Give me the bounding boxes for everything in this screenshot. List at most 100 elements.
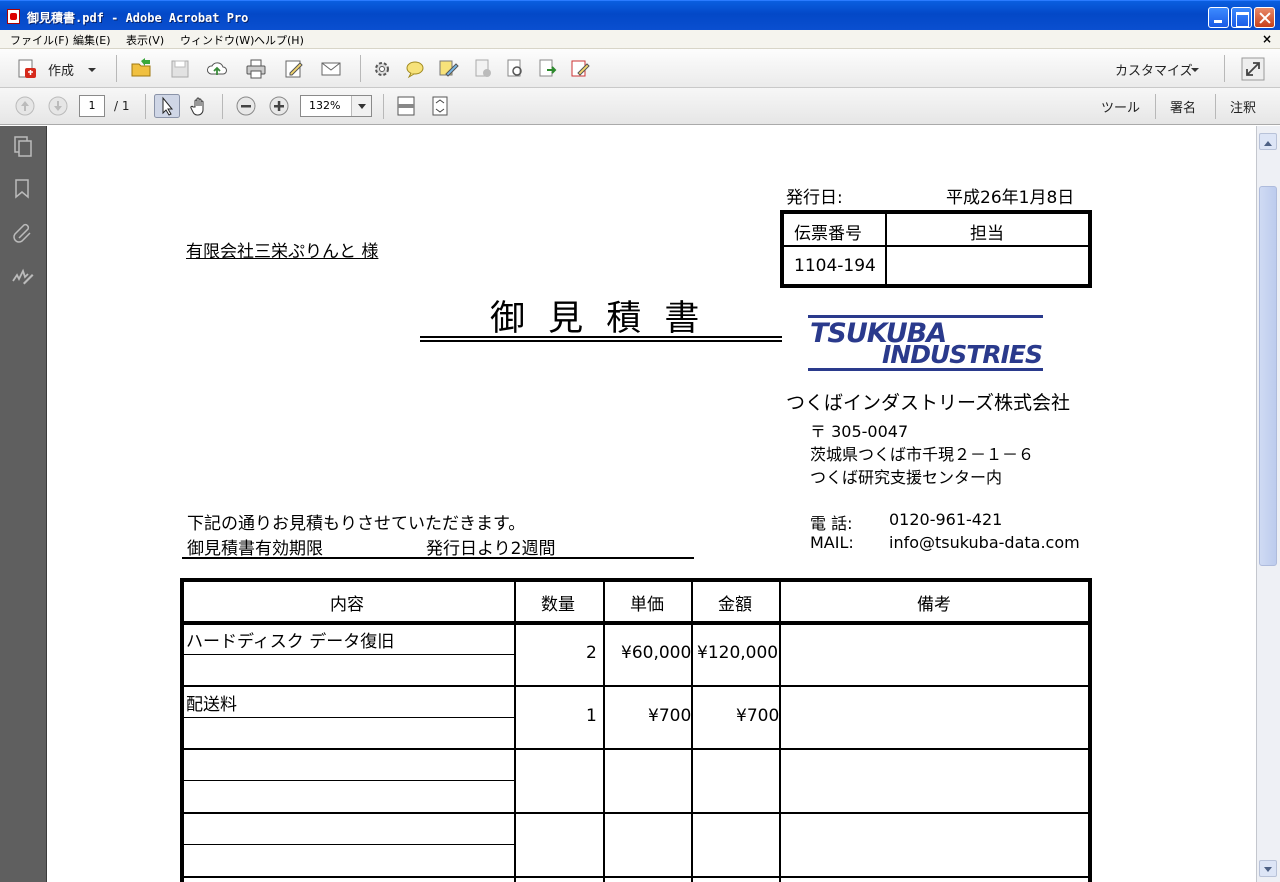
save-icon[interactable] bbox=[169, 58, 191, 80]
menu-edit[interactable]: 編集(E) bbox=[73, 32, 111, 48]
address-line-2: つくば研究支援センター内 bbox=[810, 468, 1003, 487]
intro-text: 下記の通りお見積もりさせていただきます。 bbox=[187, 514, 526, 534]
create-menu-label[interactable]: 作成 bbox=[48, 60, 74, 79]
toolbar-separator bbox=[360, 55, 361, 82]
navigation-panel bbox=[0, 126, 47, 882]
tel-value: 0120-961-421 bbox=[889, 510, 1003, 529]
close-window-button[interactable] bbox=[1254, 7, 1275, 28]
menu-bar: ファイル(F) 編集(E) 表示(V) ウィンドウ(W) ヘルプ(H) × bbox=[0, 30, 1280, 49]
close-document-icon[interactable]: × bbox=[1262, 32, 1272, 46]
tools-pane-button[interactable]: ツール bbox=[1101, 97, 1140, 116]
menu-window[interactable]: ウィンドウ(W) bbox=[180, 32, 254, 48]
tel-label: 電 話: bbox=[810, 514, 853, 533]
bookmarks-icon[interactable] bbox=[11, 177, 35, 201]
scrollbar-thumb[interactable] bbox=[1259, 186, 1277, 566]
form-edit-icon[interactable] bbox=[569, 58, 591, 80]
create-pdf-icon[interactable] bbox=[16, 58, 38, 80]
address-line-1: 茨城県つくば市千現２－１－６ bbox=[810, 445, 1035, 464]
email-icon[interactable] bbox=[320, 58, 342, 80]
minimize-button[interactable] bbox=[1208, 7, 1229, 28]
expand-icon[interactable] bbox=[1241, 57, 1265, 81]
table-row-1-unit: ¥60,000 bbox=[621, 643, 692, 663]
slip-number-header: 伝票番号 bbox=[794, 224, 862, 244]
zoom-level-value: 132% bbox=[309, 99, 341, 112]
issue-date-label: 発行日: bbox=[786, 188, 843, 208]
previous-page-icon[interactable] bbox=[14, 95, 36, 117]
menu-view[interactable]: 表示(V) bbox=[126, 32, 164, 48]
table-row-1-qty: 2 bbox=[586, 643, 597, 663]
toolbar-separator bbox=[383, 94, 384, 119]
menu-file[interactable]: ファイル(F) bbox=[10, 32, 69, 48]
window-titlebar: 御見積書.pdf - Adobe Acrobat Pro bbox=[0, 0, 1280, 30]
fit-width-icon[interactable] bbox=[429, 95, 451, 117]
fit-page-icon[interactable] bbox=[395, 95, 417, 117]
company-name: つくばインダストリーズ株式会社 bbox=[786, 392, 1071, 414]
gear-icon[interactable] bbox=[371, 58, 393, 80]
issue-date-value: 平成26年1月8日 bbox=[946, 188, 1075, 208]
table-header-unit-price: 単価 bbox=[630, 595, 664, 615]
table-row-1-amount: ¥120,000 bbox=[697, 643, 779, 663]
next-page-icon[interactable] bbox=[47, 95, 69, 117]
recipient-name: 有限会社三栄ぷりんと 様 bbox=[186, 242, 379, 262]
menu-help[interactable]: ヘルプ(H) bbox=[254, 32, 304, 48]
hand-tool-icon[interactable] bbox=[189, 95, 211, 117]
validity-label: 御見積書有効期限 bbox=[187, 539, 323, 559]
chevron-down-icon[interactable] bbox=[84, 58, 106, 80]
mail-label: MAIL: bbox=[810, 533, 854, 552]
table-header-amount: 金額 bbox=[718, 595, 752, 615]
customize-menu-label[interactable]: カスタマイズ bbox=[1115, 60, 1193, 79]
scroll-up-arrow-icon[interactable] bbox=[1259, 133, 1277, 150]
slip-info-box: 伝票番号 担当 1104-194 bbox=[780, 210, 1092, 288]
postal-code: 〒 305-0047 bbox=[810, 422, 909, 441]
signatures-icon[interactable] bbox=[11, 263, 35, 287]
table-header-note: 備考 bbox=[917, 595, 951, 615]
zoom-out-icon[interactable] bbox=[235, 95, 257, 117]
navigation-toolbar: 1 / 1 132% ツール 署名 注釈 bbox=[0, 88, 1280, 125]
acrobat-app-icon bbox=[7, 9, 20, 24]
sign-pane-button[interactable]: 署名 bbox=[1170, 97, 1196, 116]
page-total-label: / 1 bbox=[114, 99, 130, 113]
quote-table: 内容 数量 単価 金額 備考 ハードディスク データ復旧 2 ¥60,000 ¥… bbox=[180, 578, 1092, 882]
highlight-icon[interactable] bbox=[438, 58, 460, 80]
document-title: 御 見 積 書 bbox=[490, 299, 706, 339]
export-page-icon[interactable] bbox=[537, 58, 559, 80]
toolbar-separator bbox=[1215, 94, 1216, 119]
staff-header: 担当 bbox=[970, 224, 1004, 244]
table-row-2-amount: ¥700 bbox=[736, 706, 780, 726]
remove-page-icon[interactable] bbox=[472, 58, 494, 80]
toolbar-separator bbox=[145, 94, 146, 119]
scroll-down-arrow-icon[interactable] bbox=[1259, 860, 1277, 877]
zoom-level-select[interactable]: 132% bbox=[300, 95, 372, 117]
toolbar-separator bbox=[1224, 55, 1225, 82]
main-toolbar: 作成 カスタマイズ bbox=[0, 49, 1280, 88]
toolbar-separator bbox=[1155, 94, 1156, 119]
table-row-1-item: ハードディスク データ復旧 bbox=[186, 632, 395, 652]
toolbar-separator bbox=[222, 94, 223, 119]
table-row-2-unit: ¥700 bbox=[648, 706, 692, 726]
document-viewport[interactable]: 発行日: 平成26年1月8日 伝票番号 担当 1104-194 有限会社三栄ぷり… bbox=[48, 126, 1256, 882]
chevron-down-icon[interactable] bbox=[1186, 58, 1208, 80]
select-tool-icon[interactable] bbox=[154, 94, 180, 118]
open-folder-icon[interactable] bbox=[130, 57, 152, 79]
page-number-input[interactable]: 1 bbox=[79, 95, 105, 117]
search-document-icon[interactable] bbox=[504, 58, 526, 80]
window-title: 御見積書.pdf - Adobe Acrobat Pro bbox=[27, 11, 249, 25]
maximize-button[interactable] bbox=[1231, 7, 1252, 28]
chevron-down-icon[interactable] bbox=[351, 96, 371, 116]
vertical-scrollbar[interactable] bbox=[1256, 126, 1280, 882]
table-header-qty: 数量 bbox=[541, 595, 575, 615]
zoom-in-icon[interactable] bbox=[268, 95, 290, 117]
mail-value: info@tsukuba-data.com bbox=[889, 533, 1080, 552]
table-row-2-item: 配送料 bbox=[186, 695, 237, 715]
validity-value: 発行日より2週間 bbox=[426, 539, 556, 559]
page-thumbnails-icon[interactable] bbox=[11, 134, 35, 158]
edit-form-icon[interactable] bbox=[283, 58, 305, 80]
cloud-upload-icon[interactable] bbox=[206, 58, 228, 80]
print-icon[interactable] bbox=[245, 58, 267, 80]
attachments-icon[interactable] bbox=[11, 220, 35, 244]
table-header-item: 内容 bbox=[330, 595, 364, 615]
speech-bubble-icon[interactable] bbox=[404, 58, 426, 80]
toolbar-separator bbox=[116, 55, 117, 82]
comment-pane-button[interactable]: 注釈 bbox=[1230, 97, 1256, 116]
slip-number-value: 1104-194 bbox=[794, 256, 876, 276]
